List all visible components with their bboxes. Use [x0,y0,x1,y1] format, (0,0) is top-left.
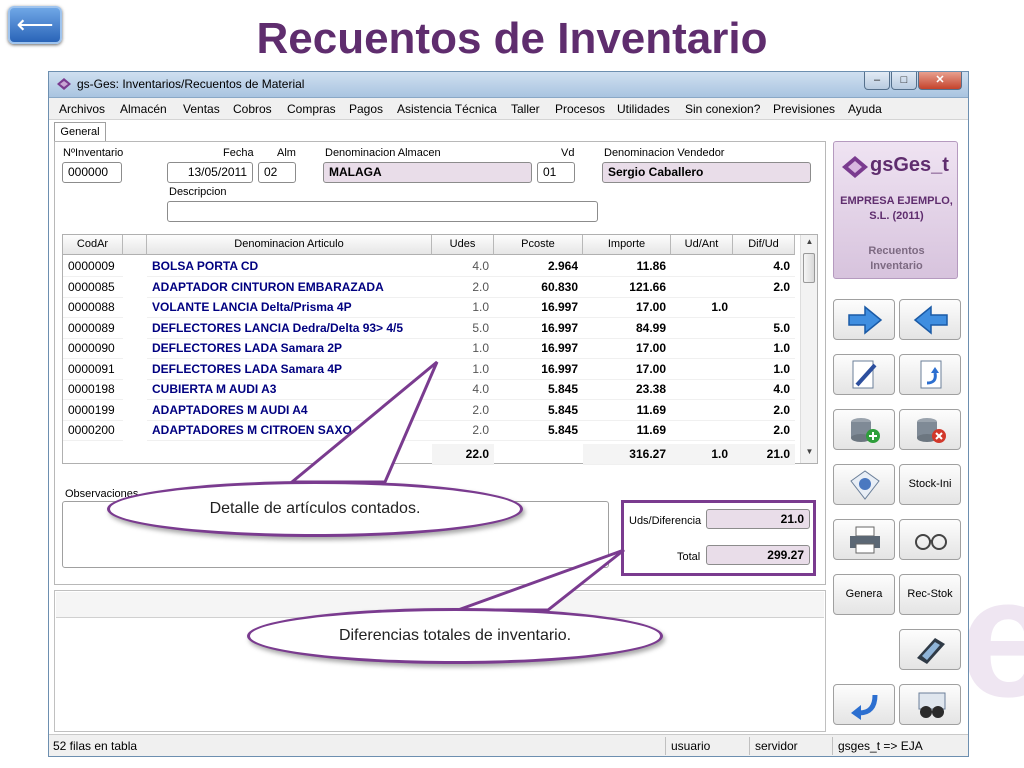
callout-pointer-detail [287,360,439,484]
callout-differences: Diferencias totales de inventario. [247,608,663,664]
callout-detail: Detalle de artículos contados. [107,481,523,537]
slide: e ⟵ Recuentos de Inventario gs-Ges: Inve… [0,0,1024,768]
callout-pointer-differences [457,548,625,612]
